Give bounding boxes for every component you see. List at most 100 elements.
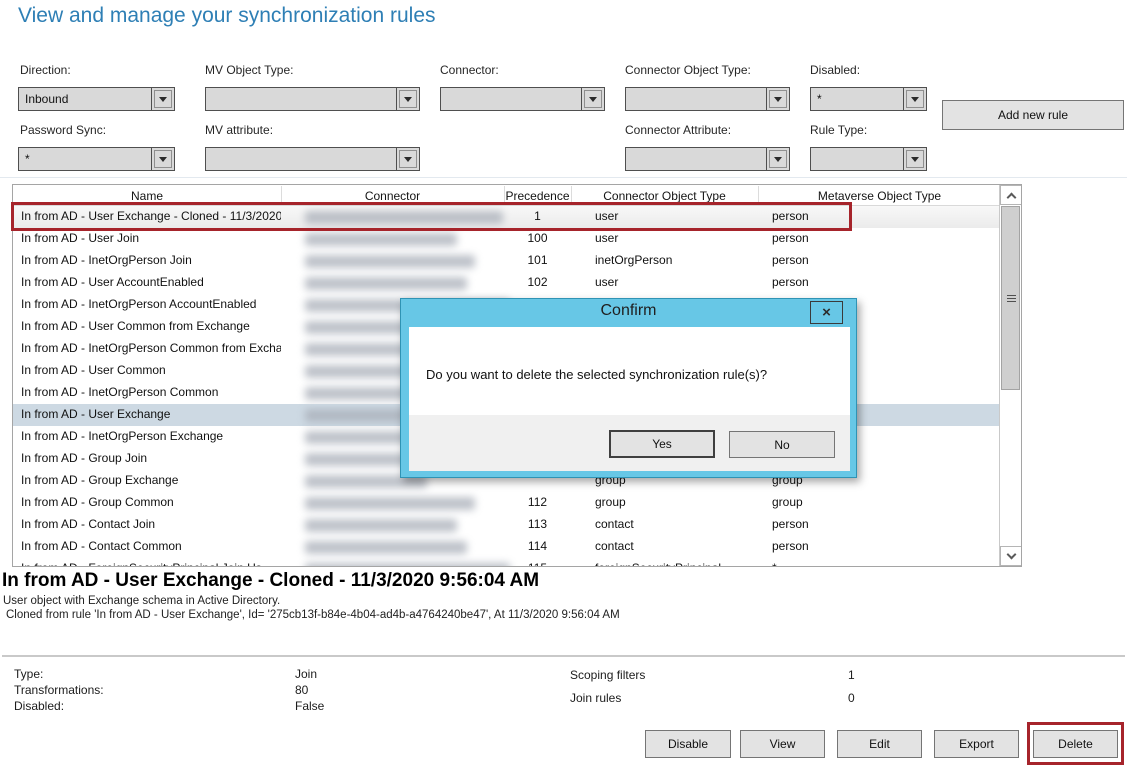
export-button[interactable]: Export <box>934 730 1019 758</box>
chevron-down-icon[interactable] <box>396 148 419 170</box>
page-title: View and manage your synchronization rul… <box>18 4 436 28</box>
chevron-down-icon[interactable] <box>581 88 604 110</box>
connector-object-type-dropdown[interactable] <box>625 87 790 111</box>
chevron-down-icon <box>1007 550 1017 560</box>
chevron-down-icon[interactable] <box>903 148 926 170</box>
disabled-label: Disabled: <box>810 63 860 77</box>
scroll-up-button[interactable] <box>1000 185 1022 205</box>
precedence-cell: 115 <box>504 561 571 567</box>
rule-name-cell: In from AD - InetOrgPerson AccountEnable… <box>21 297 281 311</box>
rule-name-cell: In from AD - InetOrgPerson Common from E… <box>21 341 281 355</box>
redacted-connector-cell <box>305 497 475 510</box>
mv-object-type-dropdown[interactable] <box>205 87 420 111</box>
type-value: Join <box>295 667 317 681</box>
metaverse-object-type-cell: group <box>772 495 972 509</box>
rule-detail-title: In from AD - User Exchange - Cloned - 11… <box>2 570 539 592</box>
disable-button[interactable]: Disable <box>645 730 731 758</box>
rule-name-cell: In from AD - ForeignSecurityPrincipal Jo… <box>21 561 281 567</box>
connector-object-type-cell: contact <box>595 539 755 553</box>
rule-type-dropdown[interactable] <box>810 147 927 171</box>
rule-name-cell: In from AD - InetOrgPerson Common <box>21 385 281 399</box>
dialog-title: Confirm <box>401 302 856 320</box>
connector-object-type-label: Connector Object Type: <box>625 63 751 77</box>
rule-name-cell: In from AD - Contact Common <box>21 539 281 553</box>
filters-separator <box>0 177 1127 178</box>
transformations-value: 80 <box>295 683 308 697</box>
chevron-down-icon[interactable] <box>396 88 419 110</box>
join-rules-value: 0 <box>848 691 855 705</box>
connector-object-type-cell: foreignSecurityPrincipal <box>595 561 755 567</box>
precedence-cell: 1 <box>504 209 571 223</box>
metaverse-object-type-cell: person <box>772 517 972 531</box>
table-header: Name Connector Precedence Connector Obje… <box>13 185 1000 206</box>
rule-name-cell: In from AD - Group Join <box>21 451 281 465</box>
chevron-down-icon[interactable] <box>766 88 789 110</box>
rule-name-cell: In from AD - Contact Join <box>21 517 281 531</box>
chevron-down-icon[interactable] <box>903 88 926 110</box>
vertical-scrollbar[interactable] <box>999 185 1021 566</box>
direction-dropdown[interactable]: Inbound <box>18 87 175 111</box>
connector-attribute-dropdown[interactable] <box>625 147 790 171</box>
scroll-down-button[interactable] <box>1000 546 1022 566</box>
precedence-cell: 112 <box>504 495 571 509</box>
precedence-cell: 101 <box>504 253 571 267</box>
rule-name-cell: In from AD - InetOrgPerson Join <box>21 253 281 267</box>
table-row[interactable]: In from AD - Contact Common 114 contact per… <box>13 536 1000 558</box>
metaverse-object-type-cell: person <box>772 275 972 289</box>
connector-object-type-cell: contact <box>595 517 755 531</box>
disabled-field-value: False <box>295 699 324 713</box>
rule-name-cell: In from AD - User AccountEnabled <box>21 275 281 289</box>
table-row[interactable]: In from AD - User AccountEnabled102userp… <box>13 272 1000 294</box>
precedence-cell: 102 <box>504 275 571 289</box>
confirm-dialog: Confirm × Do you want to delete the sele… <box>400 298 857 478</box>
chevron-down-icon[interactable] <box>766 148 789 170</box>
column-header-metaverse-object-type[interactable]: Metaverse Object Type <box>758 185 1001 206</box>
view-button[interactable]: View <box>740 730 825 758</box>
table-row[interactable]: In from AD - User Join100userperson <box>13 228 1000 250</box>
chevron-down-icon[interactable] <box>151 148 174 170</box>
connector-object-type-cell: group <box>595 495 755 509</box>
scrollbar-thumb[interactable] <box>1001 206 1020 390</box>
mv-attribute-dropdown[interactable] <box>205 147 420 171</box>
yes-button[interactable]: Yes <box>609 430 715 458</box>
password-sync-label: Password Sync: <box>20 123 106 137</box>
connector-label: Connector: <box>440 63 499 77</box>
close-icon[interactable]: × <box>810 301 843 324</box>
disabled-dropdown[interactable]: * <box>810 87 927 111</box>
precedence-cell: 113 <box>504 517 571 531</box>
redacted-connector-cell <box>305 277 467 290</box>
redacted-connector-cell <box>305 541 467 554</box>
connector-object-type-cell: inetOrgPerson <box>595 253 755 267</box>
sync-rules-editor-window: View and manage your synchronization rul… <box>0 0 1127 769</box>
table-row[interactable]: In from AD - Group Common 112 group group <box>13 492 1000 514</box>
column-header-name[interactable]: Name <box>13 185 281 206</box>
no-button[interactable]: No <box>729 431 835 458</box>
rule-name-cell: In from AD - User Common <box>21 363 281 377</box>
scoping-filters-value: 1 <box>848 668 855 682</box>
rule-description: User object with Exchange schema in Acti… <box>3 595 280 607</box>
metaverse-object-type-cell: person <box>772 253 972 267</box>
precedence-cell: 100 <box>504 231 571 245</box>
column-header-precedence[interactable]: Precedence <box>504 185 571 206</box>
column-header-connector-object-type[interactable]: Connector Object Type <box>571 185 758 206</box>
table-row[interactable]: In from AD - ForeignSecurityPrincipal Jo… <box>13 558 1000 567</box>
chevron-down-icon[interactable] <box>151 88 174 110</box>
metaverse-object-type-cell: * <box>772 561 972 567</box>
password-sync-dropdown[interactable]: * <box>18 147 175 171</box>
table-row[interactable]: In from AD - Contact Join 113 contact perso… <box>13 514 1000 536</box>
table-row[interactable]: In from AD - User Exchange - Cloned - 11… <box>13 206 1000 228</box>
connector-dropdown[interactable] <box>440 87 605 111</box>
precedence-cell: 114 <box>504 539 571 553</box>
rule-name-cell: In from AD - Group Exchange <box>21 473 281 487</box>
scoping-filters-label: Scoping filters <box>570 668 645 682</box>
metaverse-object-type-cell: person <box>772 539 972 553</box>
column-header-connector[interactable]: Connector <box>281 185 504 206</box>
edit-button[interactable]: Edit <box>837 730 922 758</box>
redacted-connector-cell <box>305 519 457 532</box>
rule-name-cell: In from AD - Group Common <box>21 495 281 509</box>
add-new-rule-button[interactable]: Add new rule <box>942 100 1124 130</box>
delete-button[interactable]: Delete <box>1033 730 1118 758</box>
detail-separator <box>2 655 1125 657</box>
mv-attribute-label: MV attribute: <box>205 123 273 137</box>
table-row[interactable]: In from AD - InetOrgPerson Join 101 inetOr… <box>13 250 1000 272</box>
